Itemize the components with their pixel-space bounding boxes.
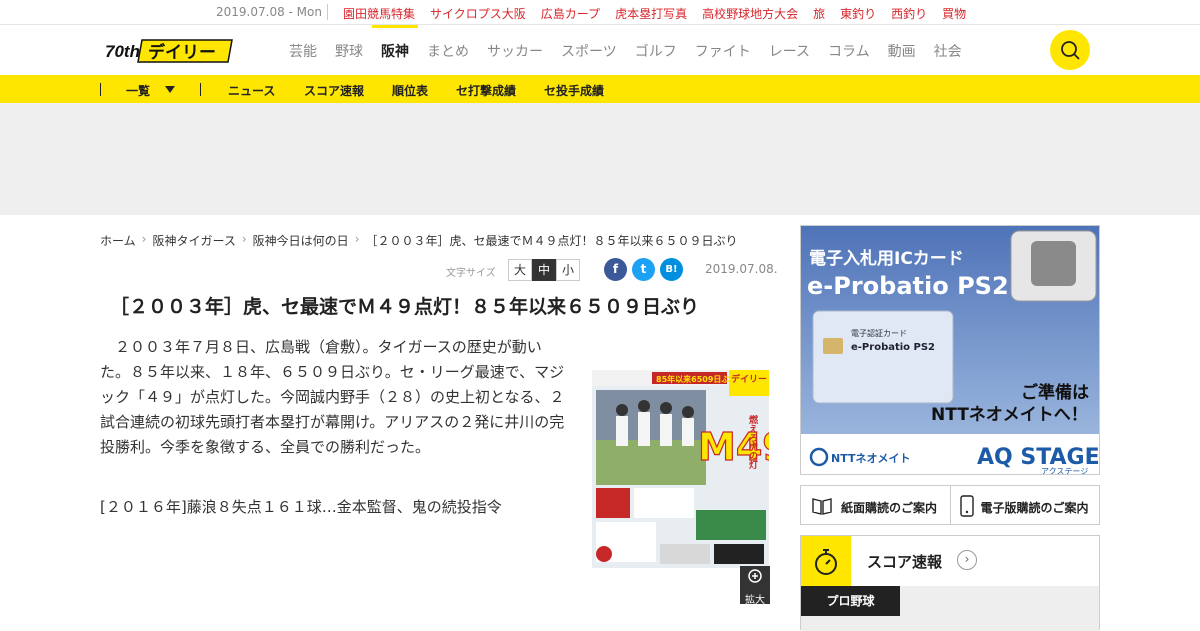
nav-item-soccer[interactable]: サッカー [478,25,552,75]
top-link[interactable]: 東釣り [840,5,876,22]
breadcrumb-today[interactable]: 阪神今日は何の日 [253,232,349,249]
chevron-right-icon: › [141,232,147,246]
site-logo[interactable]: 70th デイリー [104,36,234,64]
breadcrumb-home[interactable]: ホーム [100,232,136,249]
score-widget: スコア速報 › プロ野球 [800,535,1100,631]
sidebar-advertisement[interactable]: 電子入札用ICカード e-Probatio PS2 電子認証カード e-Prob… [800,225,1100,475]
digital-subscription-label: 電子版購読のご案内 [980,501,1089,515]
front-page-image: 85年以来6509日ぶり デイリー M49 燃えろ虎の灯 [592,370,769,568]
top-link[interactable]: 高校野球地方大会 [702,5,798,22]
hatena-icon: B! [665,264,678,275]
search-icon [1061,41,1080,60]
list-menu-label: 一覧 [126,84,151,98]
top-links: 園田競馬特集 サイクロプス大阪 広島カープ 虎本塁打写真 高校野球地方大会 旅 … [343,5,966,22]
nav-item-column[interactable]: コラム [819,25,879,75]
breadcrumb: ホーム › 阪神タイガース › 阪神今日は何の日 › ［２００３年］虎、セ最速で… [100,232,744,249]
ad-card-name: e-Probatio PS2 [851,342,935,353]
ad-product: e-Probatio PS2 [807,272,1009,300]
logo-text: デイリー [148,42,216,63]
subnav-batting[interactable]: セ打撃成績 [456,82,516,99]
sub-nav: 一覧 ニュース スコア速報 順位表 セ打撃成績 セ投手成績 [0,75,1200,103]
related-article-link[interactable]: [２０１６年]藤浪８失点１６１球…金本監督、鬼の続投指令 [100,496,502,517]
photo-masthead: デイリー [731,373,767,385]
newspaper-photo[interactable]: 85年以来6509日ぶり デイリー M49 燃えろ虎の灯 [592,370,769,568]
zoom-in-icon [748,569,762,583]
score-tabs: プロ野球 [801,586,1099,631]
article-body: ２００３年７月８日、広島戦（倉敷）。タイガースの歴史が動いた。８５年以来、１８年… [100,338,565,456]
hatena-share-button[interactable]: B! [660,258,683,281]
facebook-icon: f [612,262,619,276]
nav-item-baseball[interactable]: 野球 [326,25,372,75]
ad-card-label: 電子認証カード [851,328,907,338]
font-size-label: 文字サイズ [446,268,496,279]
nav-item-hanshin[interactable]: 阪神 [372,25,418,75]
subnav-standings[interactable]: 順位表 [392,82,428,99]
font-size-large[interactable]: 大 [508,259,532,281]
top-bar: 2019.07.08 - Mon 園田競馬特集 サイクロプス大阪 広島カープ 虎… [0,0,1200,25]
score-title[interactable]: スコア速報 [867,551,942,572]
subnav-pitching[interactable]: セ投手成績 [544,82,604,99]
nav-item-entertainment[interactable]: 芸能 [280,25,326,75]
top-link[interactable]: 買物 [942,5,966,22]
current-date: 2019.07.08 - Mon [216,5,322,19]
stopwatch-icon [815,549,837,575]
site-header: 70th デイリー 芸能 野球 阪神 まとめ サッカー スポーツ ゴルフ ファイ… [0,25,1200,75]
top-link[interactable]: 虎本塁打写真 [615,5,687,22]
ad-tagline2: NTTネオメイトへ！ [931,405,1088,425]
font-size-small[interactable]: 小 [556,259,580,281]
nav-item-golf[interactable]: ゴルフ [626,25,686,75]
facebook-share-button[interactable]: f [604,258,627,281]
search-button[interactable] [1050,30,1090,70]
subnav-score[interactable]: スコア速報 [304,82,364,99]
ad-banner-area [0,103,1200,215]
smartphone-icon [959,495,974,517]
photo-strip-text: 85年以来6509日ぶり [656,374,737,384]
paper-subscription-button[interactable]: 紙面購読のご案内 [801,486,950,524]
chevron-right-icon: › [241,232,247,246]
divider [200,83,201,96]
chevron-right-icon: › [354,232,360,246]
top-link[interactable]: サイクロプス大阪 [430,5,526,22]
breadcrumb-current: ［２００３年］虎、セ最速でＭ４９点灯！８５年以来６５０９日ぶり [365,234,738,248]
zoom-button[interactable]: 拡大 [740,566,770,606]
nav-item-race[interactable]: レース [760,25,819,75]
nav-item-matome[interactable]: まとめ [418,25,478,75]
nav-item-video[interactable]: 動画 [879,25,925,75]
caret-down-icon [165,86,175,93]
divider [327,4,328,20]
top-link[interactable]: 西釣り [891,5,927,22]
nav-item-fight[interactable]: ファイト [686,25,760,75]
photo-side-text: 燃えろ虎の灯 [747,414,758,470]
breadcrumb-tigers[interactable]: 阪神タイガース [152,232,235,249]
top-link[interactable]: 旅 [813,5,825,22]
top-link[interactable]: 広島カープ [541,5,600,22]
list-menu-button[interactable]: 一覧 [126,82,150,99]
newspaper-icon [812,498,832,515]
publish-date: 2019.07.08. [705,262,778,276]
article-title: ［２００３年］虎、セ最速でＭ４９点灯！８５年以来６５０９日ぶり [110,296,700,318]
tab-pro-baseball[interactable]: プロ野球 [801,586,900,616]
photo-big-headline: M49 [698,425,769,469]
global-nav: 芸能 野球 阪神 まとめ サッカー スポーツ ゴルフ ファイト レース コラム … [280,25,971,75]
paper-subscription-label: 紙面購読のご案内 [841,501,938,515]
divider [100,83,101,96]
twitter-icon: t [640,262,647,276]
digital-subscription-button[interactable]: 電子版購読のご案内 [949,486,1100,524]
ad-line1: 電子入札用ICカード [809,248,964,269]
zoom-label: 拡大 [745,595,765,606]
ad-graphic: 電子入札用ICカード e-Probatio PS2 電子認証カード e-Prob… [801,226,1099,475]
ad-company: NTTネオメイト [831,452,910,465]
logo-prefix: 70th [105,42,140,61]
ad-tagline1: ご準備は [1021,382,1089,403]
subnav-news[interactable]: ニュース [228,82,275,99]
nav-item-sports[interactable]: スポーツ [552,25,626,75]
ad-brand-sub: アクステージ [1041,467,1088,475]
top-link[interactable]: 園田競馬特集 [343,5,415,22]
font-size-medium[interactable]: 中 [532,259,556,281]
score-icon-box [801,536,851,586]
chevron-right-icon[interactable]: › [957,550,977,570]
nav-item-society[interactable]: 社会 [925,25,971,75]
subscription-links: 紙面購読のご案内 電子版購読のご案内 [800,485,1100,525]
twitter-share-button[interactable]: t [632,258,655,281]
